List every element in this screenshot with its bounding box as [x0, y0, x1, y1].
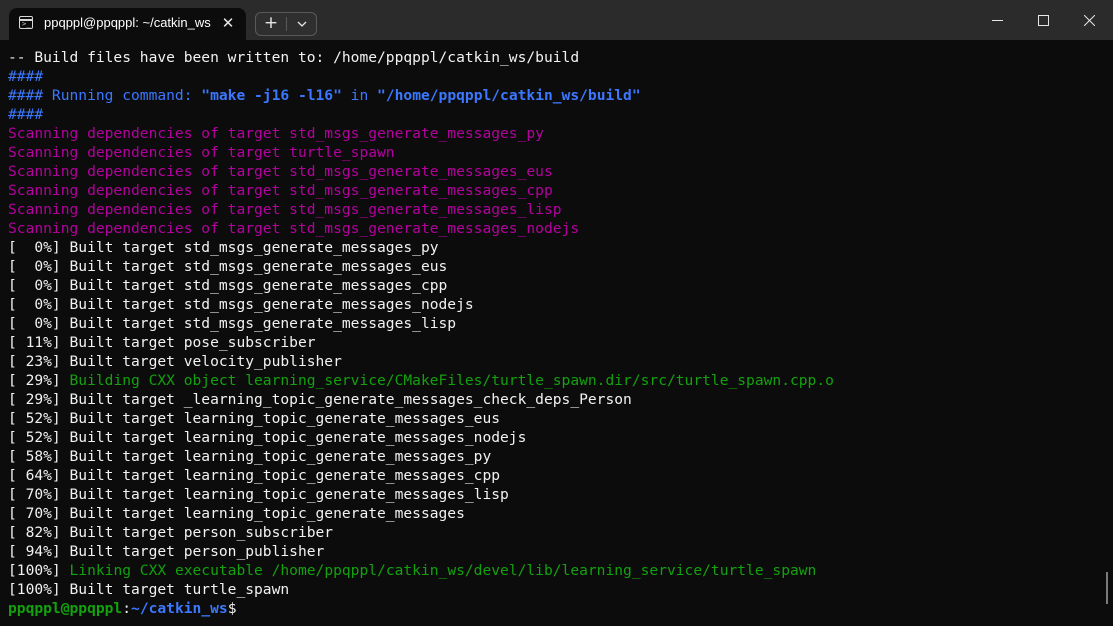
output-line: Scanning dependencies of target std_msgs…	[8, 181, 553, 200]
output-segment: [ 29%] Built target _learning_topic_gene…	[8, 391, 632, 408]
output-line: [ 94%] Built target person_publisher	[8, 542, 324, 561]
output-line: [ 82%] Built target person_subscriber	[8, 523, 333, 542]
output-segment: ~/catkin_ws	[131, 600, 228, 617]
output-segment: [100%]	[8, 562, 70, 579]
output-segment: in	[341, 87, 378, 104]
output-segment: [100%] Built target turtle_spawn	[8, 581, 290, 598]
output-segment: ####	[8, 68, 44, 85]
output-segment: Scanning dependencies of target std_msgs…	[8, 163, 553, 180]
output-line: Scanning dependencies of target turtle_s…	[8, 143, 395, 162]
output-segment: [ 23%] Built target velocity_publisher	[8, 353, 342, 370]
title-bar: >_ ppqppl@ppqppl: ~/catkin_ws ✕ +	[0, 0, 1113, 40]
output-segment: [ 0%] Built target std_msgs_generate_mes…	[8, 315, 457, 332]
output-line: [ 29%] Built target _learning_topic_gene…	[8, 390, 632, 409]
output-segment: #### Running command:	[8, 87, 202, 104]
output-segment: [ 11%] Built target pose_subscriber	[8, 334, 316, 351]
output-segment: [ 58%] Built target learning_topic_gener…	[8, 448, 492, 465]
output-segment: ####	[8, 106, 44, 123]
output-line: Scanning dependencies of target std_msgs…	[8, 200, 562, 219]
output-segment: [ 70%] Built target learning_topic_gener…	[8, 486, 509, 503]
output-line: [ 0%] Built target std_msgs_generate_mes…	[8, 238, 439, 257]
terminal-icon: >_	[19, 16, 33, 29]
output-segment: [ 52%] Built target learning_topic_gener…	[8, 410, 501, 427]
output-line: [ 52%] Built target learning_topic_gener…	[8, 428, 526, 447]
output-segment: [ 0%] Built target std_msgs_generate_mes…	[8, 239, 439, 256]
terminal-output[interactable]: -- Build files have been written to: /ho…	[0, 40, 1105, 626]
shell-prompt: ppqppl@ppqppl:~/catkin_ws$	[8, 599, 236, 618]
output-segment: [ 64%] Built target learning_topic_gener…	[8, 467, 501, 484]
output-segment: ppqppl@ppqppl	[8, 600, 123, 617]
new-tab-group: +	[255, 12, 317, 36]
close-icon	[1084, 15, 1095, 26]
output-segment: Scanning dependencies of target std_msgs…	[8, 201, 562, 218]
tab-close-button[interactable]: ✕	[217, 11, 239, 35]
chevron-down-icon	[297, 21, 307, 27]
output-line: [ 64%] Built target learning_topic_gener…	[8, 466, 500, 485]
new-tab-button[interactable]: +	[256, 13, 286, 35]
output-line: [ 70%] Built target learning_topic_gener…	[8, 485, 509, 504]
output-segment: "make -j16 -l16"	[201, 87, 342, 104]
output-line: ####	[8, 105, 43, 124]
output-line: [100%] Built target turtle_spawn	[8, 580, 289, 599]
output-segment: Scanning dependencies of target std_msgs…	[8, 220, 580, 237]
output-line: [ 0%] Built target std_msgs_generate_mes…	[8, 314, 456, 333]
output-line: [ 29%] Building CXX object learning_serv…	[8, 371, 834, 390]
scrollbar-thumb[interactable]	[1106, 572, 1108, 604]
output-line: ####	[8, 67, 43, 86]
output-line: [ 58%] Built target learning_topic_gener…	[8, 447, 491, 466]
output-line: Scanning dependencies of target std_msgs…	[8, 219, 579, 238]
output-segment: Scanning dependencies of target turtle_s…	[8, 144, 395, 161]
output-line: Scanning dependencies of target std_msgs…	[8, 124, 544, 143]
output-segment: [ 94%] Built target person_publisher	[8, 543, 325, 560]
output-segment: [ 70%] Built target learning_topic_gener…	[8, 505, 465, 522]
output-segment: :	[122, 600, 132, 617]
minimize-button[interactable]	[974, 0, 1020, 40]
output-line: [ 11%] Built target pose_subscriber	[8, 333, 316, 352]
output-line: [ 70%] Built target learning_topic_gener…	[8, 504, 465, 523]
tab-title: ppqppl@ppqppl: ~/catkin_ws	[44, 15, 211, 30]
output-line: [ 52%] Built target learning_topic_gener…	[8, 409, 500, 428]
terminal-tab[interactable]: >_ ppqppl@ppqppl: ~/catkin_ws ✕	[9, 8, 246, 40]
output-line: [ 23%] Built target velocity_publisher	[8, 352, 342, 371]
output-segment: [ 82%] Built target person_subscriber	[8, 524, 334, 541]
output-segment: [ 52%] Built target learning_topic_gener…	[8, 429, 527, 446]
output-line: [ 0%] Built target std_msgs_generate_mes…	[8, 295, 474, 314]
output-segment: Scanning dependencies of target std_msgs…	[8, 125, 544, 142]
output-line: [100%] Linking CXX executable /home/ppqp…	[8, 561, 816, 580]
output-segment: Building CXX object learning_service/CMa…	[69, 372, 834, 389]
output-segment: -- Build files have been written to: /ho…	[8, 49, 580, 66]
output-segment: "/home/ppqppl/catkin_ws/build"	[377, 87, 641, 104]
output-segment: $	[227, 600, 237, 617]
maximize-button[interactable]	[1020, 0, 1066, 40]
output-segment: Linking CXX executable /home/ppqppl/catk…	[69, 562, 817, 579]
output-segment: [ 29%]	[8, 372, 70, 389]
output-segment: [ 0%] Built target std_msgs_generate_mes…	[8, 277, 448, 294]
output-line: Scanning dependencies of target std_msgs…	[8, 162, 553, 181]
maximize-icon	[1038, 15, 1049, 26]
output-line: #### Running command: "make -j16 -l16" i…	[8, 86, 641, 105]
minimize-icon	[992, 20, 1003, 21]
output-line: [ 0%] Built target std_msgs_generate_mes…	[8, 276, 447, 295]
tab-dropdown-button[interactable]	[287, 13, 316, 35]
output-line: [ 0%] Built target std_msgs_generate_mes…	[8, 257, 447, 276]
output-line: -- Build files have been written to: /ho…	[8, 48, 579, 67]
output-segment: [ 0%] Built target std_msgs_generate_mes…	[8, 296, 474, 313]
output-segment: [ 0%] Built target std_msgs_generate_mes…	[8, 258, 448, 275]
close-window-button[interactable]	[1066, 0, 1112, 40]
output-segment: Scanning dependencies of target std_msgs…	[8, 182, 553, 199]
